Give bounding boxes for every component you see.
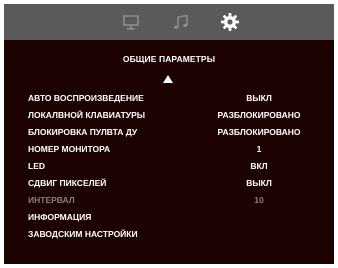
menu-item-value: ВЫКЛ bbox=[246, 93, 272, 103]
menu-item-information[interactable]: ИНФОРМАЦИЯ bbox=[4, 212, 334, 226]
menu-item-label: СДВИГ ПИКСЕЛЕЙ bbox=[28, 178, 107, 188]
menu-item-monitor-number[interactable]: НОМЕР МОНИТОРА 1 bbox=[4, 144, 334, 158]
menu-item-remote-lock[interactable]: БЛОКИРОВКА ПУЛВТА ДУ РАЗБЛОКИРОВАНО bbox=[4, 127, 334, 141]
menu-title: ОБЩИЕ ПАРАМЕТРЫ bbox=[122, 54, 216, 64]
menu-item-label: ИНТЕРВАЛ bbox=[28, 195, 75, 205]
menu-item-interval: ИНТЕРВАЛ 10 bbox=[4, 195, 334, 209]
menu-item-value: РАЗБЛОКИРОВАНО bbox=[217, 110, 301, 120]
menu-item-label: ЛОКАЛВНОЙ КЛАВИАТУРЫ bbox=[28, 110, 146, 120]
menu-item-value: 10 bbox=[254, 195, 264, 205]
menu-item-label: НОМЕР МОНИТОРА bbox=[28, 144, 111, 154]
menu-item-label: АВТО ВОСПРОИЗВЕДЕНИЕ bbox=[28, 93, 144, 103]
menu-item-label: ИНФОРМАЦИЯ bbox=[28, 212, 92, 222]
monitor-icon[interactable] bbox=[122, 13, 140, 31]
gear-icon[interactable] bbox=[220, 12, 240, 32]
menu-item-auto-play[interactable]: АВТО ВОСПРОИЗВЕДЕНИЕ ВЫКЛ bbox=[4, 93, 334, 107]
menu-item-value: ВЫКЛ bbox=[246, 178, 272, 188]
menu-item-led[interactable]: LED ВКЛ bbox=[4, 161, 334, 175]
menu-item-label: LED bbox=[28, 161, 45, 171]
menu-item-local-keyboard[interactable]: ЛОКАЛВНОЙ КЛАВИАТУРЫ РАЗБЛОКИРОВАНО bbox=[4, 110, 334, 124]
menu-item-factory-reset[interactable]: ЗАВОДСКИМ НАСТРОЙКИ bbox=[4, 229, 334, 243]
menu-item-pixel-shift[interactable]: СДВИГ ПИКСЕЛЕЙ ВЫКЛ bbox=[4, 178, 334, 192]
music-icon[interactable] bbox=[172, 13, 190, 31]
menu-item-label: ЗАВОДСКИМ НАСТРОЙКИ bbox=[28, 229, 138, 239]
menu-item-label: БЛОКИРОВКА ПУЛВТА ДУ bbox=[28, 127, 138, 137]
category-tab-bar bbox=[4, 4, 334, 40]
menu-item-value: РАЗБЛОКИРОВАНО bbox=[217, 127, 301, 137]
scroll-up-arrow-icon[interactable] bbox=[163, 75, 173, 83]
osd-menu-panel: ОБЩИЕ ПАРАМЕТРЫ АВТО ВОСПРОИЗВЕДЕНИЕ ВЫК… bbox=[4, 4, 334, 264]
menu-item-value: 1 bbox=[256, 144, 262, 154]
menu-item-value: ВКЛ bbox=[250, 161, 268, 171]
